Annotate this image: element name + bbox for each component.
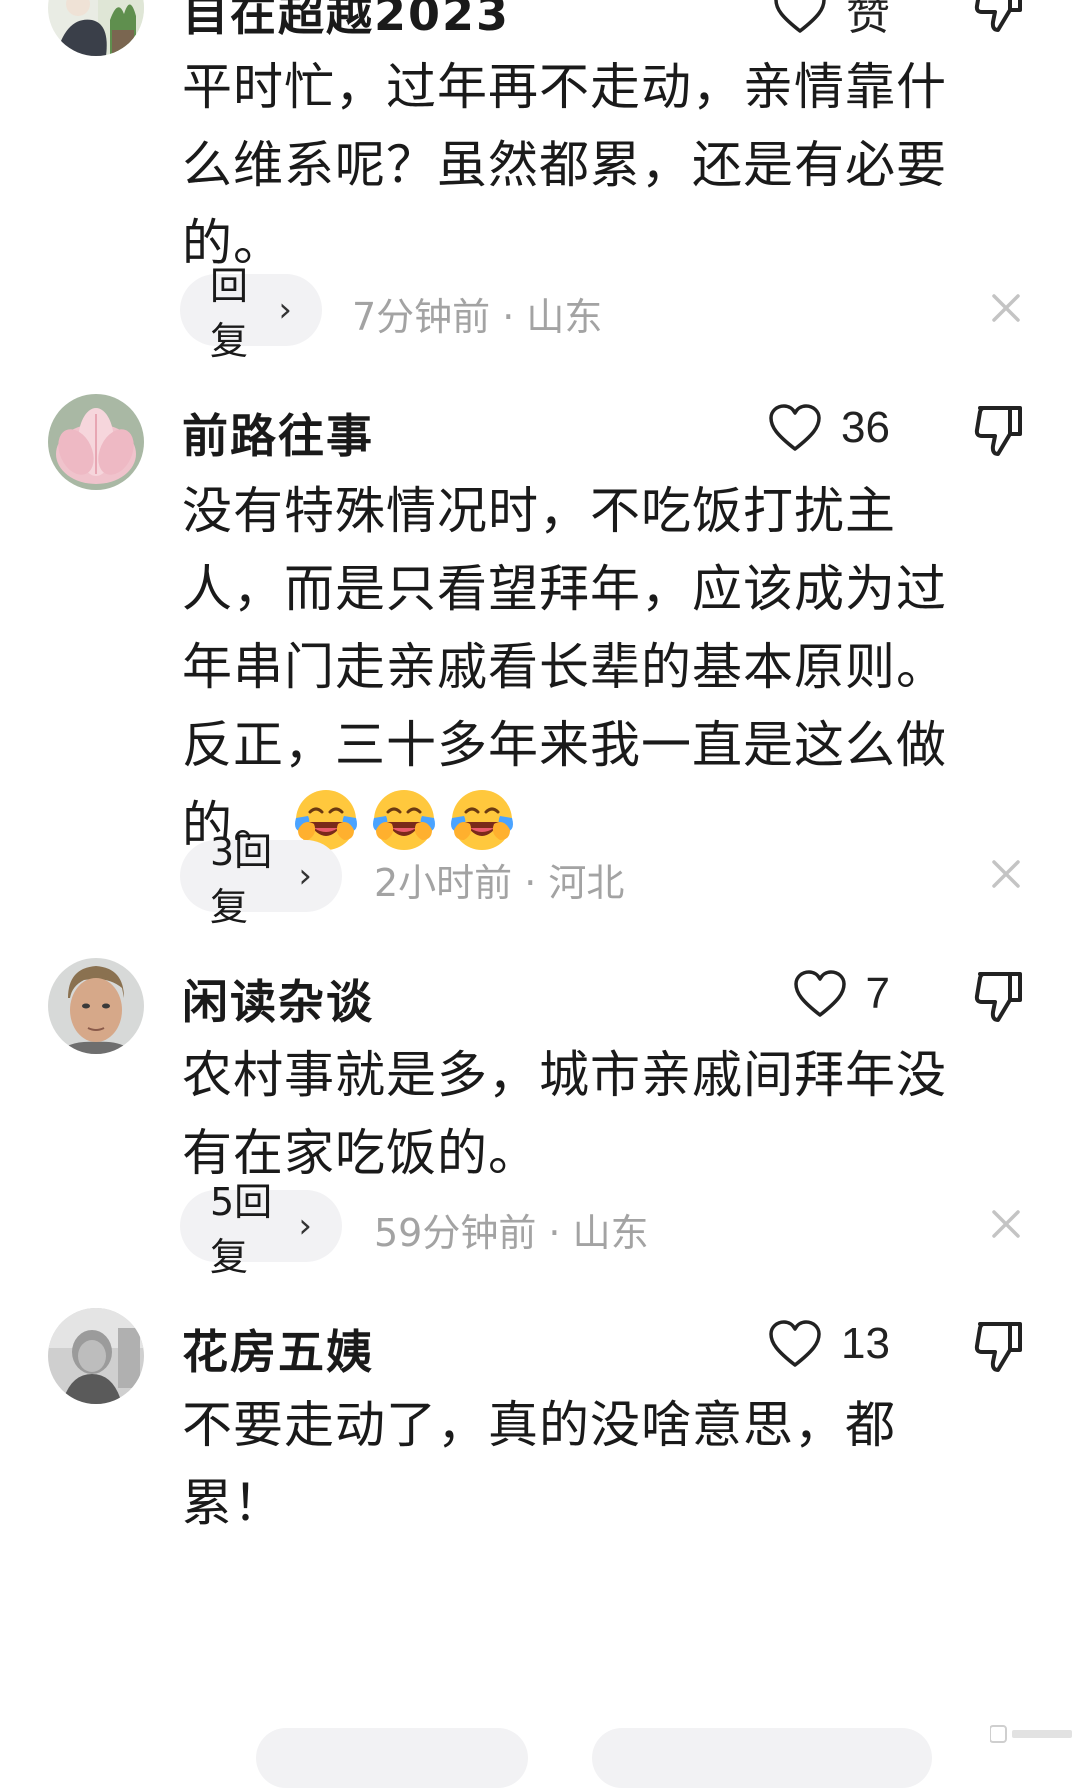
like-count: 7 <box>865 969 890 1018</box>
comment-body: 不要走动了，真的没啥意思，都 累！ <box>182 1396 896 1532</box>
avatar[interactable] <box>48 1308 144 1404</box>
avatar-lotus-icon <box>48 394 144 490</box>
reply-button[interactable]: 5回复 › <box>180 1180 342 1279</box>
dislike-icon[interactable] <box>970 968 1026 1024</box>
heart-icon <box>769 404 821 451</box>
heart-icon <box>774 0 826 33</box>
dislike-icon[interactable] <box>970 1318 1026 1374</box>
comment-username[interactable]: 前路往事 <box>182 400 374 466</box>
comment-username[interactable]: 自在超越2023 <box>182 0 510 44</box>
comment-body: 农村事就是多，城市亲戚间拜年没 有在家吃饭的。 <box>182 1046 947 1182</box>
close-icon[interactable] <box>988 856 1024 892</box>
close-icon[interactable] <box>988 290 1024 326</box>
dislike-icon[interactable] <box>970 0 1026 34</box>
like-button[interactable]: 36 <box>767 398 890 458</box>
comment-meta: 59分钟前 · 山东 <box>374 1211 649 1255</box>
reply-label: 3回复 <box>210 830 273 929</box>
avatar[interactable] <box>48 0 144 56</box>
chevron-right-icon: › <box>298 1206 312 1246</box>
like-count: 13 <box>841 1319 890 1368</box>
like-count: 赞 <box>846 0 890 39</box>
comment-username[interactable]: 闲读杂谈 <box>182 966 374 1032</box>
avatar-child-photo-icon <box>48 1308 144 1404</box>
reply-button[interactable] <box>592 1728 932 1788</box>
like-button[interactable]: 赞 <box>772 0 890 40</box>
comment-meta: 2小时前 · 河北 <box>374 861 625 905</box>
like-button[interactable]: 13 <box>767 1314 890 1374</box>
watermark-icon <box>990 1725 1072 1743</box>
laughing-crying-emoji-icon <box>373 790 435 850</box>
reply-label: 回复 <box>210 264 249 363</box>
laughing-crying-emoji-icon <box>451 790 513 850</box>
like-count: 36 <box>841 403 890 452</box>
reply-button[interactable]: 3回复 › <box>180 830 342 929</box>
avatar-man-portrait-icon <box>48 958 144 1054</box>
reply-button[interactable]: 回复 › <box>180 264 322 363</box>
avatar[interactable] <box>48 394 144 490</box>
comment-username[interactable]: 花房五姨 <box>182 1316 374 1382</box>
avatar-person-plants-icon <box>48 0 144 56</box>
heart-icon <box>769 1320 821 1367</box>
chevron-right-icon: › <box>298 856 312 896</box>
comment-body: 平时忙，过年再不走动，亲情靠什 么维系呢？虽然都累，还是有必要 的。 <box>182 58 947 272</box>
reply-label: 5回复 <box>210 1180 273 1279</box>
dislike-icon[interactable] <box>970 402 1026 458</box>
comment-body: 没有特殊情况时，不吃饭打扰主 人，而是只看望拜年，应该成为过 年串门走亲戚看长辈… <box>182 472 1012 864</box>
chevron-right-icon: › <box>278 290 292 330</box>
like-button[interactable]: 7 <box>792 964 890 1024</box>
close-icon[interactable] <box>988 1206 1024 1242</box>
avatar[interactable] <box>48 958 144 1054</box>
heart-icon <box>793 970 846 1017</box>
reply-button[interactable] <box>256 1728 528 1788</box>
comment-meta: 7分钟前 · 山东 <box>352 295 603 339</box>
